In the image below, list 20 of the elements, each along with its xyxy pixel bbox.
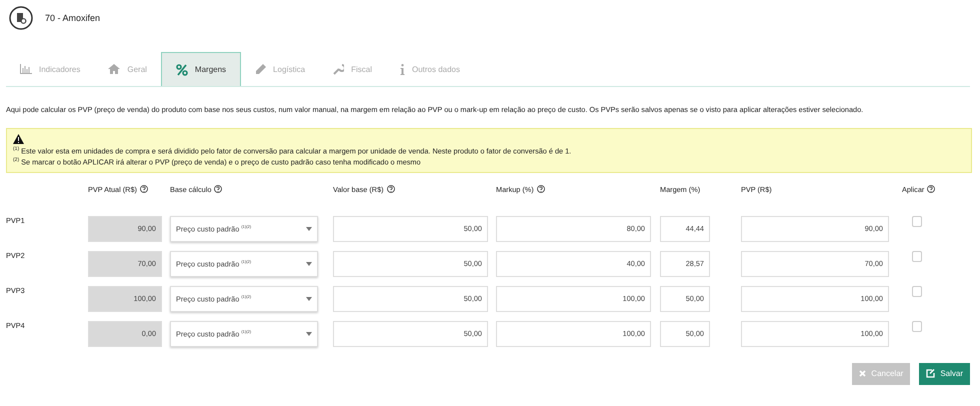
apply-checkbox[interactable] — [912, 320, 922, 332]
home-icon — [108, 64, 120, 74]
apply-checkbox[interactable] — [912, 216, 922, 227]
bar-chart-icon — [20, 64, 32, 74]
caret-icon — [306, 296, 312, 301]
product-icon — [9, 6, 33, 30]
pencil-icon — [255, 64, 266, 74]
product-title: 70 - Amoxifen — [45, 13, 100, 23]
caret-icon — [306, 226, 312, 231]
caret-icon — [306, 332, 312, 336]
apply-checkbox[interactable] — [912, 286, 922, 297]
edit-icon — [926, 369, 936, 378]
save-button[interactable]: Salvar — [919, 362, 970, 385]
info-icon — [400, 64, 405, 74]
caret-icon — [306, 262, 312, 266]
tab[interactable]: Margens — [160, 52, 242, 86]
percent-icon — [176, 64, 188, 76]
warning-icon — [13, 134, 24, 144]
apply-checkbox[interactable] — [912, 250, 922, 262]
close-icon — [859, 370, 866, 378]
